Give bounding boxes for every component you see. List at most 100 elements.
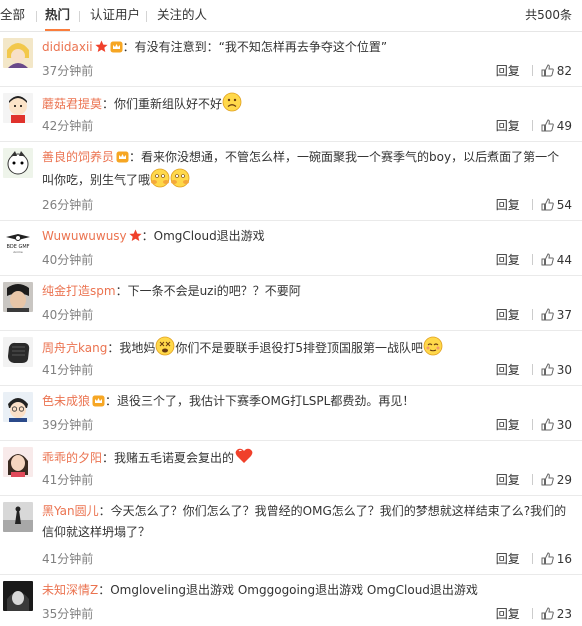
comment-text: ：你们重新组队好不好: [102, 97, 223, 111]
like-button[interactable]: 30: [541, 418, 572, 432]
action-divider: [531, 199, 533, 210]
like-button[interactable]: 23: [541, 607, 572, 621]
reply-button[interactable]: 回复: [496, 473, 520, 487]
like-count: 44: [556, 253, 572, 267]
thumbs-up-icon: [541, 418, 554, 431]
comment-time: 39分钟前: [42, 418, 94, 432]
comment-actions: 回复 23: [496, 605, 572, 622]
comment-text: ：OmgCloud退出游戏: [141, 229, 265, 243]
comment-body: 色未成狼 ：退役三个了，我估计下赛季OMG打LSPL都费劲。再见！: [42, 391, 574, 412]
like-button[interactable]: 16: [541, 552, 572, 566]
sad-face-emoji: [222, 92, 242, 112]
thumbs-up-icon: [541, 473, 554, 486]
action-divider: [531, 364, 533, 375]
like-button[interactable]: 82: [541, 64, 572, 78]
like-button[interactable]: 29: [541, 473, 572, 487]
comment-username[interactable]: 黑Yan圆儿: [42, 504, 99, 518]
comment-body: Wuwuwuwusy ：OmgCloud退出游戏: [42, 226, 574, 247]
action-divider: [531, 309, 533, 320]
thumbs-up-icon: [541, 64, 554, 77]
like-count: 16: [556, 552, 572, 566]
avatar[interactable]: [3, 148, 33, 178]
member-crown-icon[interactable]: [116, 150, 129, 163]
comment-text: ：看来你没想通，不管怎么样，一碗面聚我一个赛季气的boy，以后煮面了第一个: [129, 150, 560, 164]
reply-button[interactable]: 回复: [496, 552, 520, 566]
avatar[interactable]: [3, 581, 33, 611]
comment-username[interactable]: dididaxii: [42, 40, 93, 54]
avatar[interactable]: [3, 392, 33, 422]
reply-button[interactable]: 回复: [496, 308, 520, 322]
comment-item: 黑Yan圆儿：今天怎么了？你们怎么了？我曾经的OMG怎么了？我们的梦想就这样结束…: [0, 496, 582, 575]
comment-username[interactable]: 蘑菇君提莫: [42, 97, 102, 111]
like-count: 30: [556, 418, 572, 432]
reply-button[interactable]: 回复: [496, 418, 520, 432]
comment-item: 纯金打造spm：下一条不会是uzi的吧？？不要阿 40分钟前 回复 37: [0, 276, 582, 331]
svg-text:Anime: Anime: [13, 250, 23, 254]
comment-actions: 回复 44: [496, 251, 572, 268]
comment-text: ：下一条不会是uzi的吧？？不要阿: [115, 284, 301, 298]
tab-hot[interactable]: 热门: [45, 0, 71, 31]
member-crown-icon[interactable]: [92, 394, 105, 407]
avatar[interactable]: [3, 502, 33, 532]
like-button[interactable]: 44: [541, 253, 572, 267]
reply-button[interactable]: 回复: [496, 253, 520, 267]
comment-username[interactable]: 善良的饲养员: [42, 150, 114, 164]
thumbs-up-icon: [541, 198, 554, 211]
thumbs-up-icon: [541, 308, 554, 321]
tab-divider: [79, 11, 80, 22]
member-crown-icon[interactable]: [110, 40, 123, 53]
star-vip-icon[interactable]: [95, 40, 108, 53]
like-button[interactable]: 30: [541, 363, 572, 377]
tab-following[interactable]: 关注的人: [157, 0, 207, 32]
tab-all[interactable]: 全部: [0, 0, 25, 32]
hug-emoji: [150, 168, 170, 188]
like-count: 30: [556, 363, 572, 377]
comment-username[interactable]: 色未成狼: [42, 394, 90, 408]
comment-time: 41分钟前: [42, 473, 94, 487]
like-button[interactable]: 49: [541, 119, 572, 133]
comment-username[interactable]: 乖乖的夕阳: [42, 451, 102, 465]
reply-button[interactable]: 回复: [496, 119, 520, 133]
like-count: 29: [556, 473, 572, 487]
filter-tab-bar: 全部 热门 认证用户 关注的人 共500条: [0, 0, 582, 32]
thumbs-up-icon: [541, 552, 554, 565]
comment-text: ：我赌五毛诺夏会复出的: [102, 451, 235, 465]
star-vip-icon[interactable]: [129, 229, 142, 242]
comment-username[interactable]: Wuwuwuwusy: [42, 229, 127, 243]
reply-button[interactable]: 回复: [496, 363, 520, 377]
avatar[interactable]: [3, 337, 33, 367]
comment-username[interactable]: 未知深情Z: [42, 583, 98, 597]
comment-time: 35分钟前: [42, 607, 94, 621]
comment-actions: 回复 54: [496, 196, 572, 213]
comment-text-cont: 你们不是要联手退役打5排登顶国服第一战队吧: [175, 341, 423, 355]
reply-button[interactable]: 回复: [496, 607, 520, 621]
comment-time: 40分钟前: [42, 253, 94, 267]
comment-body: 周舟亢kang：我地妈 你们不是要联手退役打5排登顶国服第一战队吧: [42, 336, 574, 359]
like-button[interactable]: 54: [541, 198, 572, 212]
reply-button[interactable]: 回复: [496, 198, 520, 212]
comment-username[interactable]: 周舟亢kang: [42, 341, 107, 355]
comment-item: dididaxii ：有没有注意到：“我不知怎样再去争夺这个位置” 37分钟前 回…: [0, 32, 582, 87]
tab-verified-users[interactable]: 认证用户: [90, 0, 140, 32]
avatar[interactable]: [3, 447, 33, 477]
comment-username[interactable]: 纯金打造spm: [42, 284, 116, 298]
comment-item: BDE GMF Anime Wuwuwuwusy ：OmgCloud退出游戏 40分…: [0, 221, 582, 276]
like-count: 37: [556, 308, 572, 322]
action-divider: [531, 65, 533, 76]
shy-emoji: [423, 336, 443, 356]
thumbs-up-icon: [541, 363, 554, 376]
avatar[interactable]: [3, 38, 33, 68]
like-button[interactable]: 37: [541, 308, 572, 322]
avatar[interactable]: [3, 282, 33, 312]
reply-button[interactable]: 回复: [496, 64, 520, 78]
avatar[interactable]: BDE GMF Anime: [3, 227, 33, 257]
comment-time: 37分钟前: [42, 64, 94, 78]
like-count: 82: [556, 64, 572, 78]
comment-body: dididaxii ：有没有注意到：“我不知怎样再去争夺这个位置”: [42, 37, 574, 58]
comment-text-cont: 叫你吃，别生气了哦: [42, 173, 151, 187]
avatar[interactable]: [3, 93, 33, 123]
heart-emoji: [234, 446, 254, 466]
thumbs-up-icon: [541, 253, 554, 266]
like-count: 54: [556, 198, 572, 212]
action-divider: [531, 419, 533, 430]
